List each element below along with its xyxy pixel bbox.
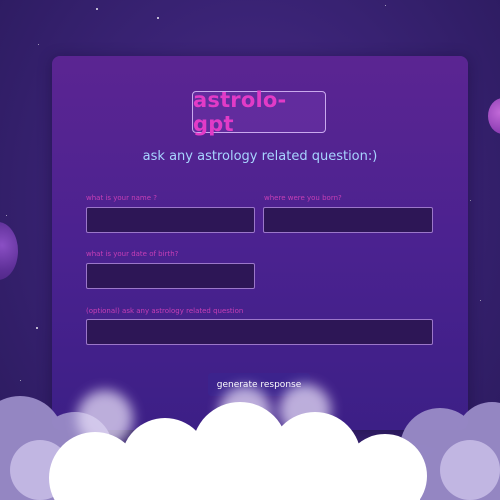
star	[6, 215, 7, 216]
name-input[interactable]	[86, 207, 255, 233]
birthplace-input[interactable]	[263, 207, 433, 233]
planet-right	[488, 98, 500, 134]
dob-input[interactable]	[86, 263, 255, 289]
birthplace-label: where were you born?	[264, 194, 342, 202]
question-input[interactable]	[86, 319, 433, 345]
star	[36, 327, 38, 329]
dob-label: what is your date of birth?	[86, 250, 179, 258]
star	[480, 300, 481, 301]
page-subtitle: ask any astrology related question:)	[142, 149, 378, 164]
star	[38, 44, 39, 45]
star	[20, 380, 21, 381]
mid-clouds	[10, 440, 500, 500]
name-label: what is your name ?	[86, 194, 157, 202]
star	[157, 17, 159, 19]
star	[470, 200, 471, 201]
generate-response-button[interactable]: generate response	[208, 373, 310, 396]
star	[96, 8, 98, 10]
brand-title: astrolo-gpt	[192, 88, 326, 136]
star	[385, 5, 386, 6]
planet-left	[0, 222, 18, 280]
question-label: (optional) ask any astrology related que…	[86, 307, 244, 315]
